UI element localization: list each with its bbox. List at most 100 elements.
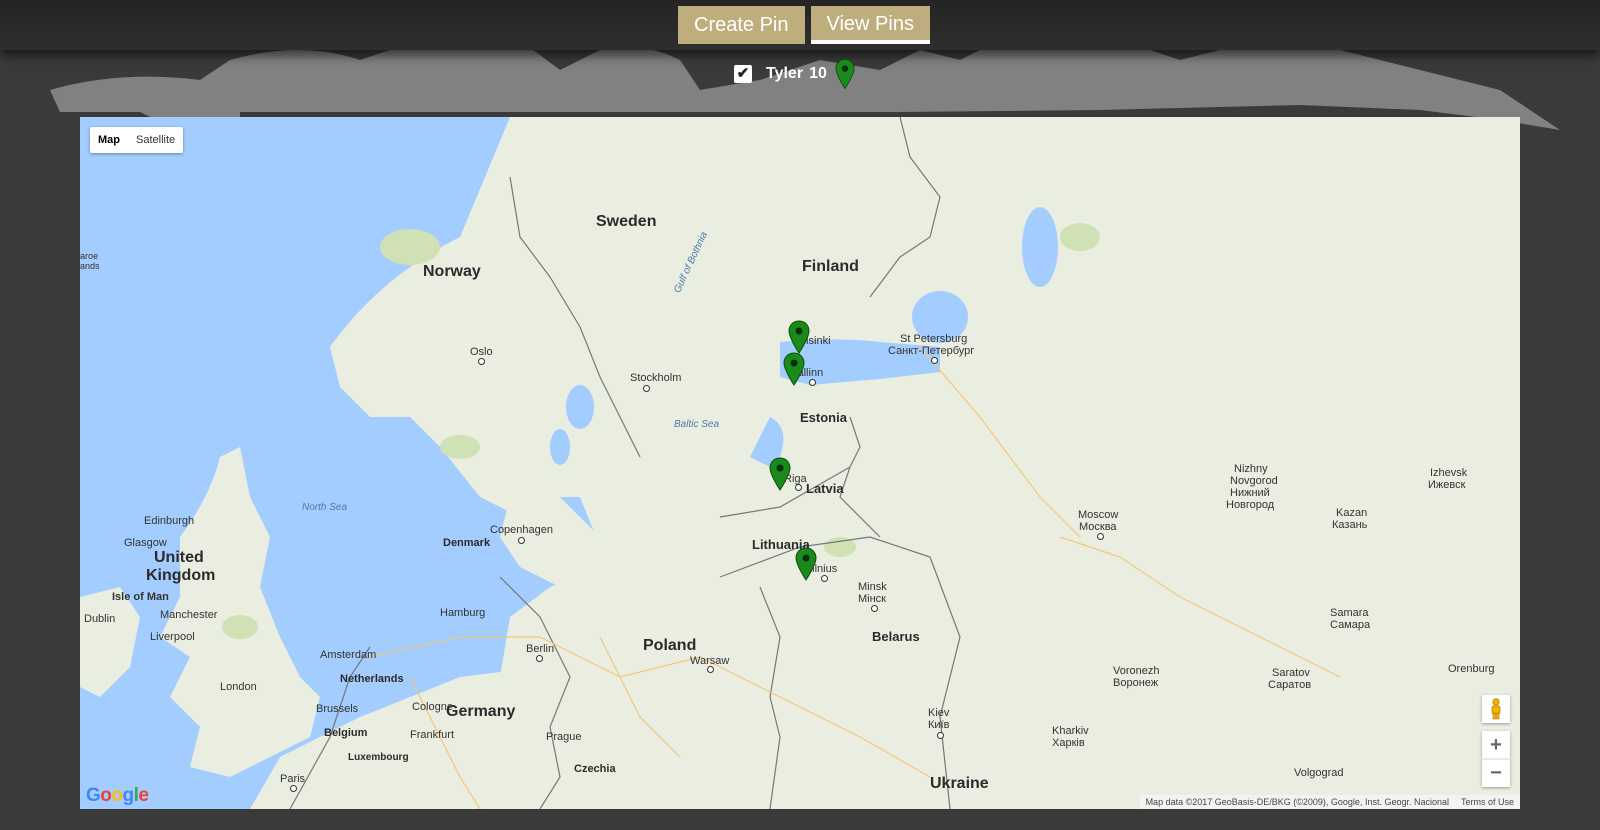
label-izhevsk-local: Ижевск: [1428, 479, 1466, 491]
label-berlin: Berlin: [526, 643, 555, 655]
label-samara-local: Самара: [1330, 619, 1371, 631]
label-cologne: Cologne: [412, 701, 453, 713]
label-frankfurt: Frankfurt: [410, 729, 455, 741]
label-dublin: Dublin: [84, 613, 116, 625]
label-sweden: Sweden: [596, 213, 657, 230]
legend-user-name: Tyler: [766, 65, 804, 82]
city-dot-copenhagen: [518, 537, 525, 544]
zoom-in-button[interactable]: +: [1482, 731, 1510, 759]
map-view[interactable]: Sweden Norway Finland Estonia Latvia Lit…: [80, 117, 1520, 809]
label-nizhny-1: Nizhny: [1234, 463, 1268, 475]
label-baltic-sea: Baltic Sea: [674, 419, 720, 430]
label-poland: Poland: [643, 637, 697, 654]
label-saratov-local: Саратов: [1268, 679, 1312, 691]
label-faroe-line1: aroe: [80, 251, 99, 261]
label-kazan: Kazan: [1336, 507, 1368, 519]
city-dot-berlin: [536, 655, 543, 662]
label-kharkiv: Kharkiv: [1052, 725, 1089, 737]
city-dot-stockholm: [643, 385, 650, 392]
city-dot-warsaw: [707, 666, 714, 673]
label-belarus: Belarus: [872, 629, 920, 644]
pegman-icon: [1491, 698, 1501, 720]
label-izhevsk: Izhevsk: [1430, 467, 1468, 479]
label-kiev-local: Київ: [928, 719, 950, 731]
label-moscow: Moscow: [1078, 509, 1119, 521]
label-st-petersburg: St Petersburg: [900, 333, 968, 345]
main-nav: Create Pin View Pins: [678, 6, 930, 44]
label-liverpool: Liverpool: [150, 631, 195, 643]
city-dot-st-petersburg: [931, 357, 938, 364]
label-voronezh: Voronezh: [1113, 665, 1160, 677]
label-denmark: Denmark: [443, 537, 491, 549]
label-norway: Norway: [423, 263, 481, 280]
label-manchester: Manchester: [160, 609, 218, 621]
label-orenburg: Orenburg: [1448, 663, 1495, 675]
label-minsk: Minsk: [858, 581, 887, 593]
label-latvia: Latvia: [806, 481, 844, 496]
label-stockholm: Stockholm: [630, 372, 682, 384]
zoom-out-button[interactable]: −: [1482, 759, 1510, 787]
label-nizhny-2: Novgorod: [1230, 475, 1278, 487]
label-st-petersburg-local: Санкт-Петербург: [888, 345, 975, 357]
user-filter-checkbox[interactable]: ✔: [734, 65, 752, 83]
label-voronezh-local: Воронеж: [1113, 677, 1159, 689]
label-kiev: Kiev: [928, 707, 950, 719]
label-paris: Paris: [280, 773, 306, 785]
label-finland: Finland: [802, 258, 859, 275]
label-uk-line2: Kingdom: [146, 567, 216, 584]
label-glasgow: Glasgow: [124, 537, 167, 549]
label-faroe-line2: ands: [80, 261, 100, 271]
label-kharkiv-local: Харків: [1052, 737, 1085, 749]
label-uk-line1: United: [154, 549, 204, 566]
map-attribution: Map data ©2017 GeoBasis-DE/BKG (©2009), …: [1139, 795, 1520, 809]
map-pin-helsinki[interactable]: [788, 320, 810, 354]
create-pin-button[interactable]: Create Pin: [678, 6, 805, 44]
green-pin-icon: [835, 58, 855, 90]
map-pin-riga[interactable]: [769, 457, 791, 491]
label-copenhagen: Copenhagen: [490, 524, 554, 536]
label-london: London: [220, 681, 257, 693]
label-saratov: Saratov: [1272, 667, 1310, 679]
city-dot-minsk: [871, 605, 878, 612]
city-dot-riga: [795, 484, 802, 491]
label-moscow-local: Москва: [1079, 521, 1117, 533]
label-north-sea: North Sea: [302, 502, 348, 513]
label-edinburgh: Edinburgh: [144, 515, 195, 527]
label-netherlands: Netherlands: [340, 673, 404, 685]
city-dot-paris: [290, 785, 297, 792]
view-pins-button[interactable]: View Pins: [810, 6, 930, 44]
user-legend: ✔ Tyler 10: [734, 58, 855, 90]
map-type-satellite-button[interactable]: Satellite: [128, 127, 183, 153]
map-type-map-button[interactable]: Map: [90, 127, 128, 153]
city-dot-kiev: [937, 732, 944, 739]
city-dot-moscow: [1097, 533, 1104, 540]
city-dot-oslo: [478, 358, 485, 365]
city-dot-tallinn: [809, 379, 816, 386]
map-pin-tallinn[interactable]: [783, 352, 805, 386]
attribution-text: Map data ©2017 GeoBasis-DE/BKG (©2009), …: [1145, 797, 1449, 807]
label-luxembourg: Luxembourg: [348, 752, 409, 763]
label-samara: Samara: [1330, 607, 1369, 619]
label-isle-of-man: Isle of Man: [112, 591, 169, 603]
label-amsterdam: Amsterdam: [320, 649, 377, 661]
map-base-layer: [80, 117, 1520, 809]
map-pin-vilnius[interactable]: [795, 547, 817, 581]
label-czechia: Czechia: [574, 763, 616, 775]
terms-of-use-link[interactable]: Terms of Use: [1461, 797, 1514, 807]
label-ukraine: Ukraine: [930, 775, 989, 792]
check-icon: ✔: [736, 65, 750, 82]
label-germany: Germany: [446, 703, 516, 720]
label-brussels: Brussels: [316, 703, 359, 715]
label-hamburg: Hamburg: [440, 607, 486, 619]
legend-pin-count: 10: [809, 65, 827, 82]
label-oslo: Oslo: [470, 346, 493, 358]
label-estonia: Estonia: [800, 410, 847, 425]
street-view-pegman-button[interactable]: [1482, 695, 1510, 723]
label-nizhny-3: Нижний: [1230, 487, 1270, 499]
label-belgium: Belgium: [324, 727, 368, 739]
map-type-control: Map Satellite: [90, 127, 184, 153]
label-kazan-local: Казань: [1332, 519, 1368, 531]
label-minsk-local: Мінск: [858, 593, 886, 605]
city-dot-vilnius: [821, 575, 828, 582]
google-logo[interactable]: Google: [86, 785, 149, 807]
